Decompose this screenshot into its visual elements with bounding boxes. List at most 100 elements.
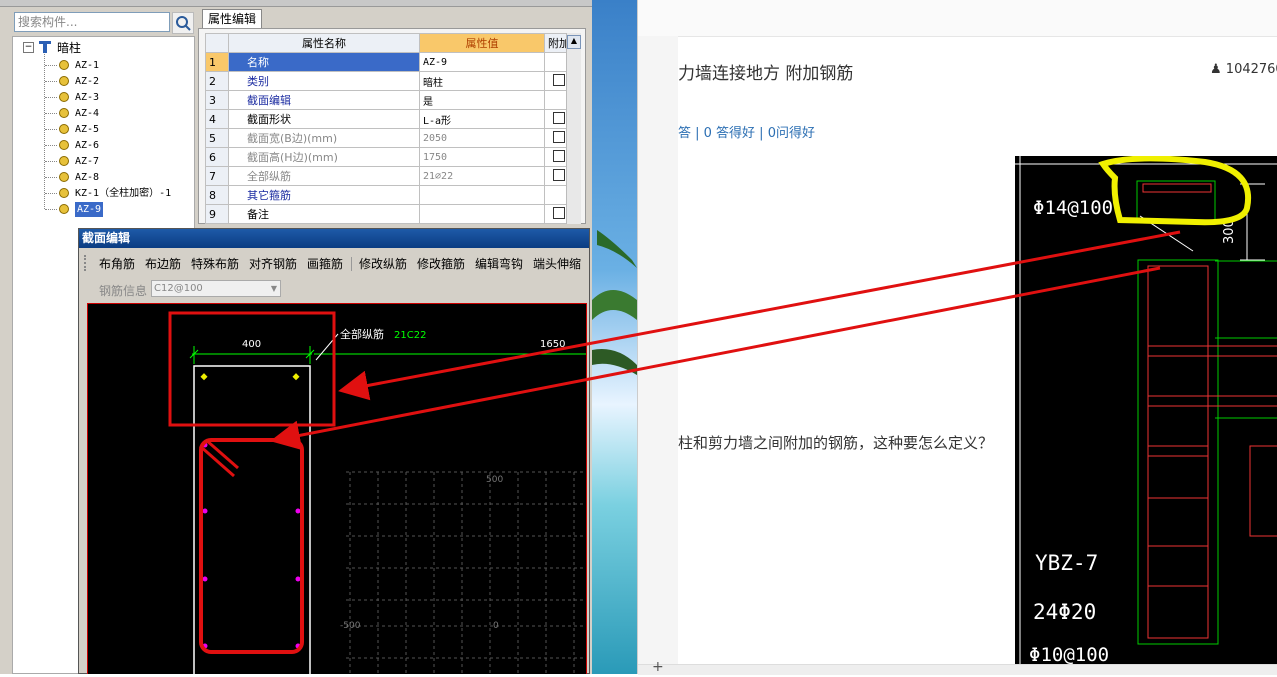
property-value[interactable] bbox=[419, 204, 545, 224]
dimension-right-text: 1650 bbox=[540, 339, 565, 350]
property-scrollbar[interactable]: ▲ bbox=[566, 33, 581, 224]
section-edit-dialog: 截面编辑 布角筋 布边筋 特殊布筋 对齐钢筋 画箍筋 修改纵筋 修改箍筋 编辑弯… bbox=[78, 228, 590, 674]
property-row[interactable]: 6 截面高(H边)(mm) 1750 bbox=[205, 147, 574, 167]
cad-stirrup-text: Φ14@100 bbox=[1033, 197, 1113, 219]
tree-item[interactable]: AZ-6 bbox=[75, 138, 99, 153]
property-row[interactable]: 4 截面形状 L-a形 bbox=[205, 109, 574, 129]
property-name: 其它箍筋 bbox=[228, 185, 420, 205]
search-input[interactable]: 搜索构件... bbox=[14, 12, 170, 32]
plus-icon[interactable]: + bbox=[652, 659, 664, 675]
tree-item[interactable]: KZ-1（全柱加密）-1 bbox=[75, 186, 171, 201]
tree-item[interactable]: AZ-7 bbox=[75, 154, 99, 169]
row-number: 4 bbox=[205, 109, 229, 129]
search-button[interactable] bbox=[172, 12, 194, 34]
tree-item[interactable]: AZ-5 bbox=[75, 122, 99, 137]
property-value[interactable]: AZ-9 bbox=[419, 52, 545, 72]
tool-corner-rebar[interactable]: 布角筋 bbox=[99, 255, 135, 273]
horizontal-scrollbar[interactable]: + bbox=[638, 659, 1277, 675]
question-user[interactable]: ♟ 1042760 bbox=[1210, 62, 1277, 77]
column-item-icon bbox=[59, 60, 69, 70]
tree-connector bbox=[45, 113, 57, 114]
scroll-up-icon[interactable]: ▲ bbox=[567, 35, 581, 49]
tool-edge-rebar[interactable]: 布边筋 bbox=[145, 255, 181, 273]
section-canvas[interactable]: 500 -500 0 400 1650 全部纵筋 21C22 bbox=[87, 303, 587, 674]
user-icon: ♟ bbox=[1210, 62, 1222, 77]
property-value[interactable]: 1750 bbox=[419, 147, 545, 167]
rebar-info-select[interactable]: C12@100 ▼ bbox=[151, 280, 281, 297]
column-item-icon bbox=[59, 188, 69, 198]
property-table: 属性名称 属性值 附加 1 名称 AZ-9 2 类别 暗柱 3 截面编辑是 4 截面形状 L-a形 5… bbox=[205, 33, 574, 224]
dimension-width-text: 400 bbox=[242, 339, 261, 350]
tool-end-stretch[interactable]: 端头伸缩 bbox=[533, 255, 581, 273]
property-row[interactable]: 3 截面编辑是 bbox=[205, 90, 574, 110]
tree-item[interactable]: AZ-9 bbox=[75, 202, 104, 217]
column-type-icon bbox=[39, 41, 51, 53]
property-row[interactable]: 9 备注 bbox=[205, 204, 574, 224]
column-item-icon bbox=[59, 204, 69, 214]
tree-item[interactable]: AZ-8 bbox=[75, 170, 99, 185]
rebar-info-row: 钢筋信息 C12@100 ▼ bbox=[79, 279, 589, 301]
extra-checkbox[interactable] bbox=[553, 168, 565, 181]
extra-checkbox[interactable] bbox=[553, 111, 565, 124]
tree-item[interactable]: AZ-2 bbox=[75, 74, 99, 89]
property-name: 截面形状 bbox=[228, 109, 420, 129]
property-value[interactable]: 是 bbox=[419, 90, 545, 110]
property-value[interactable]: L-a形 bbox=[419, 109, 545, 129]
tool-edit-hook[interactable]: 编辑弯钩 bbox=[475, 255, 523, 273]
extra-checkbox[interactable] bbox=[553, 149, 565, 162]
property-name: 类别 bbox=[228, 71, 420, 91]
property-name: 截面编辑 bbox=[228, 90, 420, 110]
toolbar-divider bbox=[351, 257, 352, 271]
extra-checkbox[interactable] bbox=[553, 206, 565, 219]
cad-rebar-text: 24Φ20 bbox=[1033, 600, 1096, 624]
column-item-icon bbox=[59, 76, 69, 86]
row-number: 8 bbox=[205, 185, 229, 205]
collapse-toggle-icon[interactable]: − bbox=[23, 42, 34, 53]
property-row[interactable]: 2 类别 暗柱 bbox=[205, 71, 574, 91]
grid-label-left: -500 bbox=[340, 621, 361, 631]
desktop-background bbox=[592, 0, 637, 674]
property-row[interactable]: 5 截面宽(B边)(mm) 2050 bbox=[205, 128, 574, 148]
cad-column-name: YBZ-7 bbox=[1035, 551, 1098, 575]
user-id: 1042760 bbox=[1225, 62, 1277, 77]
tree-root-label[interactable]: 暗柱 bbox=[57, 39, 81, 56]
property-value-header[interactable]: 属性值 bbox=[419, 33, 545, 53]
row-number: 1 bbox=[205, 52, 229, 72]
property-value[interactable]: 2050 bbox=[419, 128, 545, 148]
extra-checkbox[interactable] bbox=[553, 130, 565, 143]
question-body: 柱和剪力墙之间附加的钢筋，这种要怎么定义？ bbox=[678, 434, 994, 452]
tool-modify-longitudinal[interactable]: 修改纵筋 bbox=[359, 255, 407, 273]
web-header bbox=[638, 0, 1277, 37]
question-title[interactable]: 力墙连接地方 附加钢筋 bbox=[678, 59, 853, 84]
cad-drawing-image: Φ14@100 300 YBZ-7 24Φ20 Φ10@100 bbox=[1015, 155, 1277, 668]
property-row[interactable]: 1 名称 AZ-9 bbox=[205, 52, 574, 72]
property-name-header[interactable]: 属性名称 bbox=[228, 33, 420, 53]
tool-align-rebar[interactable]: 对齐钢筋 bbox=[249, 255, 297, 273]
tree-item[interactable]: AZ-4 bbox=[75, 106, 99, 121]
property-row[interactable]: 7 全部纵筋 21⌀22 bbox=[205, 166, 574, 186]
property-value[interactable]: 21⌀22 bbox=[419, 166, 545, 186]
tool-special-rebar[interactable]: 特殊布筋 bbox=[191, 255, 239, 273]
property-row[interactable]: 8 其它箍筋 bbox=[205, 185, 574, 205]
tree-item[interactable]: AZ-1 bbox=[75, 58, 99, 73]
palm-tree-image bbox=[592, 230, 637, 375]
tree-connector bbox=[45, 161, 57, 162]
left-application: 搜索构件... − 暗柱 AZ-1 AZ-2 AZ-3 AZ-4 AZ-5 AZ-6 AZ-… bbox=[0, 0, 592, 674]
tree-item[interactable]: AZ-3 bbox=[75, 90, 99, 105]
question-stats[interactable]: 答 | 0 答得好 | 0问得好 bbox=[678, 122, 815, 141]
property-value[interactable] bbox=[419, 185, 545, 205]
toolbar-grip bbox=[84, 255, 89, 271]
tool-draw-stirrup[interactable]: 画箍筋 bbox=[307, 255, 343, 273]
tree-connector bbox=[45, 81, 57, 82]
property-value[interactable]: 暗柱 bbox=[419, 71, 545, 91]
tree-connector bbox=[45, 97, 57, 98]
tab-property-edit[interactable]: 属性编辑 bbox=[202, 9, 262, 28]
corner-rebar-dot bbox=[200, 373, 208, 381]
section-toolbar: 布角筋 布边筋 特殊布筋 对齐钢筋 画箍筋 修改纵筋 修改箍筋 编辑弯钩 端头伸… bbox=[79, 255, 589, 275]
tool-modify-stirrup[interactable]: 修改箍筋 bbox=[417, 255, 465, 273]
row-number: 2 bbox=[205, 71, 229, 91]
column-item-icon bbox=[59, 140, 69, 150]
web-page: 力墙连接地方 附加钢筋 ♟ 1042760 答 | 0 答得好 | 0问得好 柱… bbox=[637, 0, 1277, 675]
extra-checkbox[interactable] bbox=[553, 73, 565, 86]
tree-connector bbox=[45, 129, 57, 130]
